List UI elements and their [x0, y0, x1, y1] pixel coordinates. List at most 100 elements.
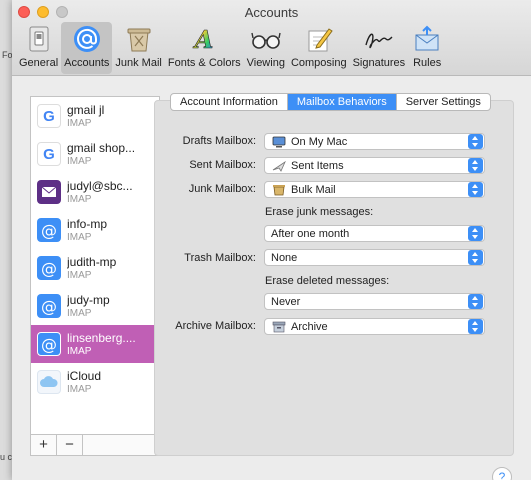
account-name: linsenberg.... — [67, 331, 136, 345]
toolbar-junk-mail[interactable]: Junk Mail — [112, 22, 164, 74]
archive-box-icon — [272, 321, 286, 333]
toolbar-label: Rules — [413, 57, 442, 69]
drafts-mailbox-popup[interactable]: On My Mac — [264, 133, 485, 150]
toolbar-label: Junk Mail — [115, 57, 162, 69]
at-sign-icon: @ — [37, 294, 61, 318]
account-item[interactable]: @ info-mp IMAP — [31, 211, 159, 249]
account-type: IMAP — [67, 232, 92, 243]
account-name: gmail shop... — [67, 141, 136, 155]
erase-junk-label: Erase junk messages: — [265, 206, 374, 218]
at-sign-icon: @ — [37, 218, 61, 242]
drafts-mailbox-label: Drafts Mailbox: — [182, 135, 256, 147]
add-account-button[interactable]: + — [31, 435, 57, 455]
google-icon: G — [37, 104, 61, 128]
erase-deleted-label: Erase deleted messages: — [265, 275, 390, 287]
erase-junk-popup[interactable]: After one month — [264, 225, 485, 242]
sent-mailbox-label: Sent Mailbox: — [189, 159, 256, 171]
account-text: linsenberg.... IMAP — [67, 331, 155, 357]
background-left-strip — [0, 0, 12, 480]
account-type: IMAP — [67, 194, 92, 205]
toolbar-general[interactable]: General — [16, 22, 61, 74]
preferences-toolbar: General Accounts Junk Mail A Fonts & Col… — [16, 22, 446, 74]
title-bar: Accounts General Accounts Junk Mail A Fo… — [12, 0, 531, 76]
popup-arrows-icon — [468, 294, 483, 309]
toolbar-signatures[interactable]: Signatures — [350, 22, 409, 74]
popup-arrows-icon — [468, 182, 483, 197]
accounts-preferences-window: Accounts General Accounts Junk Mail A Fo… — [12, 0, 531, 480]
popup-arrows-icon — [468, 319, 483, 334]
account-item[interactable]: @ judy-mp IMAP — [31, 287, 159, 325]
toolbar-accounts[interactable]: Accounts — [61, 22, 113, 74]
toolbar-rules[interactable]: Rules — [408, 22, 446, 74]
google-icon: G — [37, 142, 61, 166]
toolbar-composing[interactable]: Composing — [288, 22, 350, 74]
junk-mailbox-label: Junk Mailbox: — [188, 183, 256, 195]
account-list-controls: + − — [30, 434, 160, 456]
popup-arrows-icon — [468, 134, 483, 149]
popup-value: On My Mac — [291, 135, 348, 148]
account-item[interactable]: judyl@sbc... IMAP — [31, 173, 159, 211]
at-sign-icon: @ — [37, 332, 61, 356]
toolbar-label: Viewing — [246, 57, 285, 69]
account-name: gmail jl — [67, 103, 105, 117]
at-sign-icon: @ — [37, 256, 61, 280]
account-item[interactable]: @ judith-mp IMAP — [31, 249, 159, 287]
tab-account-information[interactable]: Account Information — [171, 94, 288, 110]
popup-arrows-icon — [468, 250, 483, 265]
font-a-icon: A — [188, 24, 220, 54]
background-fragment-bottom: u c — [0, 452, 13, 462]
account-type: IMAP — [67, 270, 92, 281]
account-type: IMAP — [67, 346, 92, 357]
popup-value: None — [271, 251, 298, 264]
account-name: iCloud — [67, 369, 102, 383]
popup-value: After one month — [271, 227, 350, 240]
svg-text:G: G — [43, 146, 55, 163]
tab-server-settings[interactable]: Server Settings — [397, 94, 490, 110]
switch-icon — [23, 24, 55, 54]
archive-mailbox-popup[interactable]: Archive — [264, 318, 485, 335]
settings-tabs: Account Information Mailbox Behaviors Se… — [170, 93, 491, 111]
icloud-icon — [37, 370, 61, 394]
toolbar-label: Composing — [290, 57, 347, 69]
help-button[interactable]: ? — [492, 467, 512, 480]
account-type: IMAP — [67, 308, 92, 319]
account-text: judy-mp IMAP — [67, 293, 155, 319]
popup-arrows-icon — [468, 226, 483, 241]
toolbar-label: Signatures — [352, 57, 406, 69]
account-item[interactable]: G gmail shop... IMAP — [31, 135, 159, 173]
account-text: iCloud IMAP — [67, 369, 155, 395]
account-item-selected[interactable]: @ linsenberg.... IMAP — [31, 325, 159, 363]
account-type: IMAP — [67, 156, 92, 167]
account-type: IMAP — [67, 384, 92, 395]
account-text: gmail jl IMAP — [67, 103, 155, 129]
account-list: G gmail jl IMAP G gmail shop... IMAP jud… — [30, 96, 160, 435]
trash-mailbox-popup[interactable]: None — [264, 249, 485, 266]
account-item[interactable]: iCloud IMAP — [31, 363, 159, 401]
popup-value: Never — [271, 295, 301, 308]
popup-value: Sent Items — [291, 159, 344, 172]
svg-text:G: G — [43, 108, 55, 125]
signature-icon — [363, 24, 395, 54]
account-name: judy-mp — [67, 293, 110, 307]
junk-bin-icon — [272, 184, 286, 196]
toolbar-label: Fonts & Colors — [167, 57, 241, 69]
account-name: judith-mp — [67, 255, 117, 269]
envelope-rules-icon — [411, 24, 443, 54]
tab-mailbox-behaviors[interactable]: Mailbox Behaviors — [287, 94, 397, 110]
toolbar-fonts-colors[interactable]: A Fonts & Colors — [165, 22, 244, 74]
sent-mailbox-popup[interactable]: Sent Items — [264, 157, 485, 174]
at-sign-icon — [71, 24, 103, 54]
account-name: info-mp — [67, 217, 108, 231]
account-type: IMAP — [67, 118, 92, 129]
account-item[interactable]: G gmail jl IMAP — [31, 97, 159, 135]
glasses-icon — [250, 24, 282, 54]
toolbar-viewing[interactable]: Viewing — [244, 22, 288, 74]
computer-icon — [272, 136, 286, 148]
trash-bin-icon — [123, 24, 155, 54]
pencil-paper-icon — [303, 24, 335, 54]
junk-mailbox-popup[interactable]: Bulk Mail — [264, 181, 485, 198]
account-name: judyl@sbc... — [67, 179, 133, 193]
erase-deleted-popup[interactable]: Never — [264, 293, 485, 310]
svg-text:A: A — [193, 25, 214, 53]
remove-account-button[interactable]: − — [57, 435, 83, 455]
